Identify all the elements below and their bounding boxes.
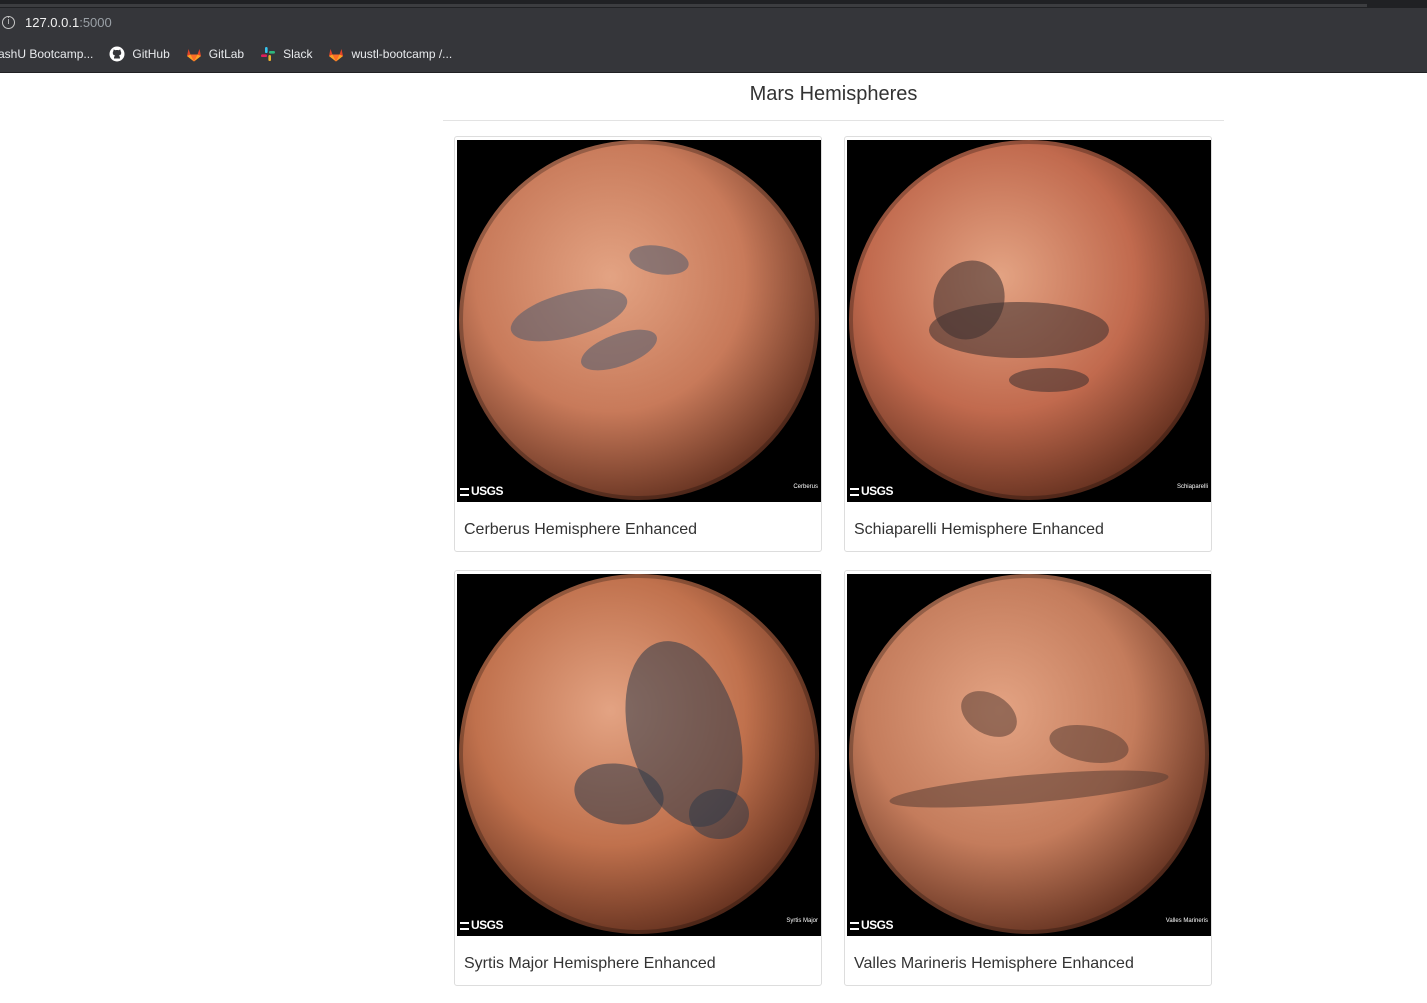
hemisphere-image[interactable]: USGS Schiaparelli — [847, 140, 1211, 502]
hemisphere-image[interactable]: USGS Valles Marineris — [847, 574, 1211, 936]
page-title: Mars Hemispheres — [443, 83, 1224, 121]
hemisphere-card-cerberus[interactable]: USGS Cerberus Cerberus Hemisphere Enhanc… — [454, 136, 822, 552]
bookmark-gitlab[interactable]: GitLab — [186, 47, 244, 62]
bookmark-label: Slack — [283, 47, 313, 61]
page-content: Mars Hemispheres USGS Cerberus Cerberus … — [0, 73, 1427, 1003]
url-port: :5000 — [79, 14, 112, 30]
url-host: 127.0.0.1 — [25, 14, 80, 30]
browser-tab-strip — [0, 0, 1427, 8]
hemisphere-title: Cerberus Hemisphere Enhanced — [464, 521, 698, 538]
bookmark-slack[interactable]: Slack — [260, 46, 312, 62]
dark-region — [1009, 368, 1089, 392]
hemisphere-title: Valles Marineris Hemisphere Enhanced — [854, 955, 1134, 972]
bookmark-washu-bootcamp[interactable]: ashU Bootcamp... — [0, 47, 93, 61]
hemisphere-image[interactable]: USGS Syrtis Major — [457, 574, 821, 936]
mars-globe-graphic — [457, 140, 821, 502]
usgs-logo: USGS — [850, 918, 894, 932]
hemisphere-card-valles-marineris[interactable]: USGS Valles Marineris Valles Marineris H… — [844, 570, 1212, 986]
bookmarks-bar: ashU Bootcamp... GitHub GitLab Slack wus… — [0, 36, 1427, 73]
image-label: Valles Marineris — [1165, 918, 1208, 924]
image-label: Syrtis Major — [786, 918, 818, 924]
address-bar[interactable]: i 127.0.0.1:5000 — [0, 8, 1427, 36]
usgs-logo: USGS — [460, 484, 504, 498]
bookmark-label: wustl-bootcamp /... — [351, 47, 453, 61]
bookmark-wustl-bootcamp[interactable]: wustl-bootcamp /... — [328, 47, 452, 62]
image-label: Schiaparelli — [1176, 484, 1208, 490]
mars-globe-graphic — [457, 574, 821, 936]
bookmark-github[interactable]: GitHub — [109, 46, 170, 62]
hemisphere-title: Schiaparelli Hemisphere Enhanced — [854, 521, 1104, 538]
gitlab-icon — [186, 48, 201, 61]
gitlab-icon — [329, 48, 344, 61]
info-icon[interactable]: i — [2, 15, 15, 29]
slack-icon — [261, 47, 276, 61]
bookmark-label: GitLab — [208, 47, 245, 61]
hemisphere-card-schiaparelli[interactable]: USGS Schiaparelli Schiaparelli Hemispher… — [844, 136, 1212, 552]
hemisphere-title: Syrtis Major Hemisphere Enhanced — [464, 955, 716, 972]
usgs-logo: USGS — [850, 484, 894, 498]
bookmark-label: GitHub — [132, 47, 170, 61]
mars-globe-graphic — [847, 140, 1211, 502]
hemisphere-image[interactable]: USGS Cerberus — [457, 140, 821, 502]
hemisphere-card-syrtis-major[interactable]: USGS Syrtis Major Syrtis Major Hemispher… — [454, 570, 822, 986]
usgs-logo: USGS — [460, 918, 504, 932]
image-label: Cerberus — [793, 484, 818, 490]
github-icon — [109, 46, 125, 62]
mars-globe-graphic — [847, 574, 1211, 936]
bookmark-label: ashU Bootcamp... — [0, 47, 94, 61]
dark-region — [689, 789, 749, 839]
